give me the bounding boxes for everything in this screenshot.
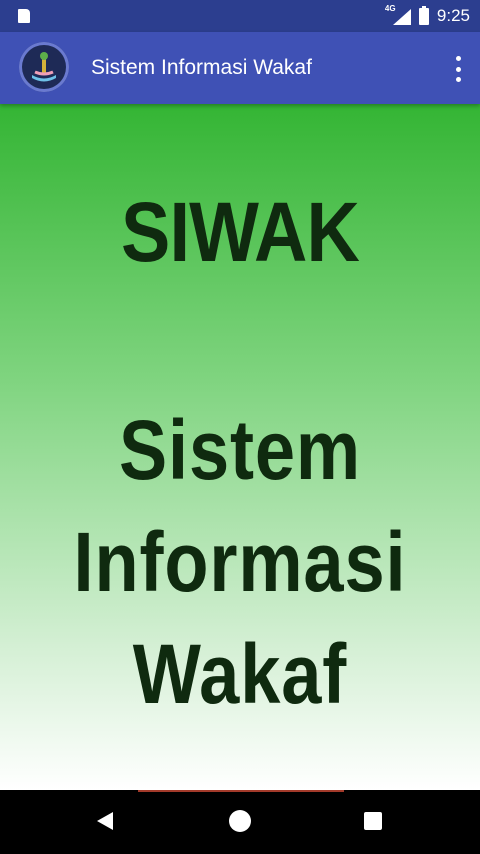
back-icon[interactable] — [97, 812, 113, 830]
nav-accent-line — [138, 790, 344, 792]
home-icon[interactable] — [229, 810, 251, 832]
waqf-hand-logo-icon — [19, 42, 69, 92]
status-bar: 4G 9:25 — [0, 0, 480, 32]
subtitle-line-wakaf: Wakaf — [132, 627, 348, 721]
subtitle-line-sistem: Sistem — [118, 403, 362, 497]
app-title: Sistem Informasi Wakaf — [91, 56, 312, 79]
app-full-name: Sistem Informasi Wakaf — [34, 394, 447, 730]
app-acronym-heading: SIWAK — [121, 185, 360, 279]
signal-icon: 4G — [385, 4, 411, 25]
app-toolbar: Sistem Informasi Wakaf — [0, 32, 480, 104]
subtitle-line-informasi: Informasi — [73, 515, 407, 609]
sd-card-icon — [18, 9, 30, 23]
recent-apps-icon[interactable] — [364, 812, 382, 830]
status-time: 9:25 — [436, 6, 470, 25]
battery-icon — [418, 5, 429, 25]
main-content: SIWAK Sistem Informasi Wakaf — [0, 104, 480, 790]
navigation-bar — [0, 790, 480, 854]
overflow-menu-icon[interactable] — [454, 56, 462, 82]
